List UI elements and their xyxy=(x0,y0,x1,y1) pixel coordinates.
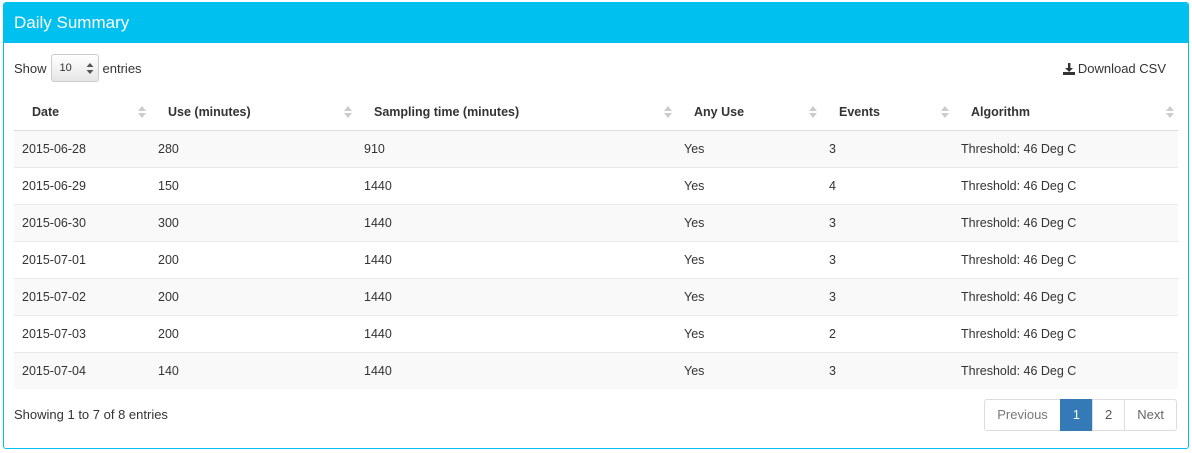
sort-icon xyxy=(941,106,949,118)
cell-use: 150 xyxy=(150,166,356,204)
table-header-row: Date Use (minutes) Sampling time (minute… xyxy=(14,94,1178,131)
cell-date: 2015-06-28 xyxy=(14,129,150,167)
pagination: Previous 1 2 Next xyxy=(984,399,1177,431)
cell-algorithm: Threshold: 46 Deg C xyxy=(953,314,1178,352)
sort-icon xyxy=(138,106,146,118)
cell-events: 3 xyxy=(821,240,953,278)
table-row: 2015-06-28 280 910 Yes 3 Threshold: 46 D… xyxy=(14,129,1178,167)
cell-events: 3 xyxy=(821,129,953,167)
select-arrows-icon xyxy=(86,63,94,74)
download-icon xyxy=(1062,62,1075,75)
cell-events: 3 xyxy=(821,277,953,315)
entries-select-value: 10 xyxy=(59,62,72,74)
cell-algorithm: Threshold: 46 Deg C xyxy=(953,129,1178,167)
cell-sampling-time: 1440 xyxy=(356,203,676,241)
column-header-algorithm[interactable]: Algorithm xyxy=(953,94,1178,131)
cell-date: 2015-07-02 xyxy=(14,277,150,315)
next-page-button[interactable]: Next xyxy=(1124,399,1177,431)
cell-date: 2015-07-04 xyxy=(14,351,150,389)
table-row: 2015-07-03 200 1440 Yes 2 Threshold: 46 … xyxy=(14,314,1178,352)
cell-sampling-time: 1440 xyxy=(356,314,676,352)
column-header-date[interactable]: Date xyxy=(14,94,150,131)
cell-use: 140 xyxy=(150,351,356,389)
download-csv-button[interactable]: Download CSV xyxy=(1062,61,1166,76)
cell-sampling-time: 1440 xyxy=(356,166,676,204)
cell-use: 200 xyxy=(150,314,356,352)
previous-page-button[interactable]: Previous xyxy=(984,399,1061,431)
daily-summary-table: Date Use (minutes) Sampling time (minute… xyxy=(14,94,1178,389)
sort-icon xyxy=(809,106,817,118)
cell-sampling-time: 1440 xyxy=(356,240,676,278)
cell-any-use: Yes xyxy=(676,203,821,241)
cell-any-use: Yes xyxy=(676,277,821,315)
cell-algorithm: Threshold: 46 Deg C xyxy=(953,240,1178,278)
table-row: 2015-06-30 300 1440 Yes 3 Threshold: 46 … xyxy=(14,203,1178,241)
length-control: Show 10 entries xyxy=(14,54,142,82)
page-button-2[interactable]: 2 xyxy=(1092,399,1126,431)
table-row: 2015-07-01 200 1440 Yes 3 Threshold: 46 … xyxy=(14,240,1178,278)
cell-use: 300 xyxy=(150,203,356,241)
table-row: 2015-06-29 150 1440 Yes 4 Threshold: 46 … xyxy=(14,166,1178,204)
cell-events: 4 xyxy=(821,166,953,204)
table-info: Showing 1 to 7 of 8 entries xyxy=(14,407,168,422)
cell-algorithm: Threshold: 46 Deg C xyxy=(953,277,1178,315)
cell-sampling-time: 1440 xyxy=(356,351,676,389)
download-csv-label: Download CSV xyxy=(1077,61,1166,76)
sort-icon xyxy=(1166,106,1174,118)
column-header-sampling-time[interactable]: Sampling time (minutes) xyxy=(356,94,676,131)
sort-icon xyxy=(664,106,672,118)
cell-any-use: Yes xyxy=(676,129,821,167)
cell-any-use: Yes xyxy=(676,240,821,278)
cell-any-use: Yes xyxy=(676,314,821,352)
daily-summary-panel: Daily Summary Show 10 entries Download C… xyxy=(3,2,1189,449)
cell-use: 200 xyxy=(150,277,356,315)
cell-sampling-time: 910 xyxy=(356,129,676,167)
cell-date: 2015-06-30 xyxy=(14,203,150,241)
show-label: Show xyxy=(14,60,47,76)
entries-label: entries xyxy=(102,60,142,76)
cell-algorithm: Threshold: 46 Deg C xyxy=(953,203,1178,241)
table-row: 2015-07-02 200 1440 Yes 3 Threshold: 46 … xyxy=(14,277,1178,315)
column-header-use[interactable]: Use (minutes) xyxy=(150,94,356,131)
cell-date: 2015-07-01 xyxy=(14,240,150,278)
cell-algorithm: Threshold: 46 Deg C xyxy=(953,166,1178,204)
cell-sampling-time: 1440 xyxy=(356,277,676,315)
cell-any-use: Yes xyxy=(676,166,821,204)
page-button-1[interactable]: 1 xyxy=(1059,399,1094,431)
cell-events: 2 xyxy=(821,314,953,352)
cell-use: 200 xyxy=(150,240,356,278)
cell-date: 2015-06-29 xyxy=(14,166,150,204)
entries-select[interactable]: 10 xyxy=(50,54,99,82)
cell-use: 280 xyxy=(150,129,356,167)
cell-events: 3 xyxy=(821,351,953,389)
table-row: 2015-07-04 140 1440 Yes 3 Threshold: 46 … xyxy=(14,351,1178,389)
cell-any-use: Yes xyxy=(676,351,821,389)
cell-algorithm: Threshold: 46 Deg C xyxy=(953,351,1178,389)
panel-title: Daily Summary xyxy=(4,3,1188,43)
column-header-events[interactable]: Events xyxy=(821,94,953,131)
cell-events: 3 xyxy=(821,203,953,241)
column-header-any-use[interactable]: Any Use xyxy=(676,94,821,131)
cell-date: 2015-07-03 xyxy=(14,314,150,352)
sort-icon xyxy=(344,106,352,118)
